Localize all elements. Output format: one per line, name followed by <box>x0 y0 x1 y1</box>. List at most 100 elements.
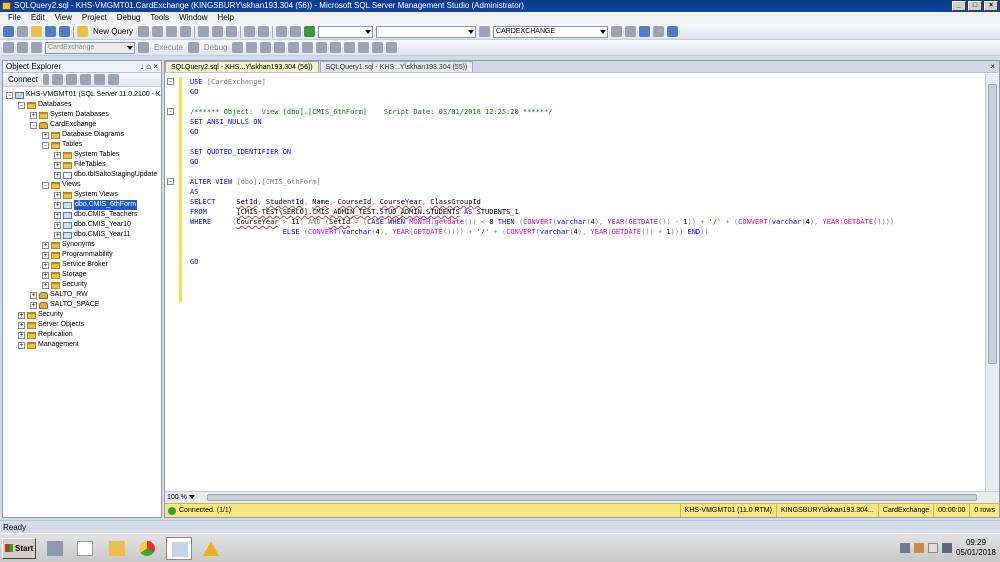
filter-icon[interactable] <box>79 74 91 85</box>
tree-node[interactable]: + FileTables <box>3 160 161 170</box>
tree-node[interactable]: + System Views <box>3 190 161 200</box>
connect-icon[interactable] <box>3 42 14 53</box>
save-icon[interactable] <box>45 26 56 37</box>
connect-button[interactable]: Connect <box>6 75 40 84</box>
disconnect-icon[interactable] <box>17 42 28 53</box>
expand-icon[interactable]: + <box>54 171 61 179</box>
summary-icon[interactable] <box>107 74 119 85</box>
analysis-query-icon[interactable] <box>152 26 164 37</box>
expand-icon[interactable]: + <box>30 301 37 309</box>
collapse-icon[interactable]: - <box>42 181 49 189</box>
panel-pin-close-buttons[interactable]: ↓ ⌂ × <box>140 61 158 73</box>
debug-icon[interactable] <box>187 42 199 53</box>
collapse-icon[interactable]: - <box>30 121 37 129</box>
tree-node[interactable]: + Programmability <box>3 250 161 260</box>
results-text-icon[interactable] <box>302 42 314 53</box>
close-button[interactable]: × <box>984 1 998 11</box>
results-grid-icon[interactable] <box>316 42 328 53</box>
tree-node[interactable]: + dbo.tblSaltoStagingUpdate <box>3 170 161 180</box>
expand-icon[interactable]: + <box>54 191 61 199</box>
decrease-indent-icon[interactable] <box>372 42 384 53</box>
execute-icon[interactable] <box>138 42 149 53</box>
cut-icon[interactable] <box>198 26 210 37</box>
expand-icon[interactable]: + <box>42 261 49 269</box>
expand-icon[interactable]: + <box>42 281 49 289</box>
change-connection-icon[interactable] <box>31 42 42 53</box>
xmla-query-icon[interactable] <box>180 26 192 37</box>
menu-tools[interactable]: Tools <box>145 12 174 24</box>
intellisense-icon[interactable] <box>288 42 300 53</box>
menu-project[interactable]: Project <box>77 12 112 24</box>
menu-edit[interactable]: Edit <box>26 12 50 24</box>
registered-servers-icon[interactable] <box>625 26 637 37</box>
refresh-icon[interactable] <box>93 74 105 85</box>
tree-node[interactable]: + dbo.CMIS_6thForm <box>3 200 161 210</box>
expand-icon[interactable]: + <box>54 161 61 169</box>
expand-icon[interactable]: + <box>54 231 61 239</box>
debug-button[interactable]: Debug <box>202 43 230 52</box>
new-project-icon[interactable] <box>3 26 14 37</box>
find-icon[interactable] <box>479 26 491 37</box>
database-combo[interactable]: CARDEXCHANGE <box>493 25 609 38</box>
minimize-button[interactable]: _ <box>952 1 966 11</box>
start-debug-icon[interactable] <box>304 26 316 37</box>
taskbar-documents[interactable] <box>72 537 98 560</box>
paste-icon[interactable] <box>226 26 238 37</box>
properties-icon[interactable] <box>653 26 665 37</box>
tree-node[interactable]: + Database Diagrams <box>3 130 161 140</box>
redo-icon[interactable] <box>258 26 270 37</box>
solution-platform-combo[interactable] <box>376 25 477 38</box>
expand-icon[interactable]: + <box>54 221 61 229</box>
tab-sqlquery2[interactable]: SQLQuery2.sql - KHS...Y\skhan193.304 (56… <box>165 61 319 72</box>
code-editor-area[interactable]: - - - USE [CardExchange] GO /****** Objec… <box>165 74 985 491</box>
zoom-dropdown[interactable]: 100 % <box>167 493 195 503</box>
expand-icon[interactable]: + <box>30 111 37 119</box>
expand-icon[interactable]: + <box>42 131 49 139</box>
save-all-icon[interactable] <box>59 26 70 37</box>
tree-node[interactable]: + dbo.CMIS_Year11 <box>3 230 161 240</box>
flag-icon[interactable] <box>927 543 938 553</box>
parse-icon[interactable] <box>246 42 258 53</box>
maximize-button[interactable]: □ <box>968 1 982 11</box>
collapse-comment-icon[interactable]: - <box>167 108 174 115</box>
expand-icon[interactable]: + <box>54 201 61 209</box>
tree-node[interactable]: + dbo.CMIS_Year10 <box>3 220 161 230</box>
tree-node[interactable]: + Management <box>3 340 161 350</box>
notification-icon[interactable] <box>913 543 924 553</box>
collapse-use-icon[interactable]: - <box>167 78 174 85</box>
expand-icon[interactable]: + <box>18 311 25 319</box>
tree-node[interactable]: - Views <box>3 180 161 190</box>
tree-node[interactable]: + System Tables <box>3 150 161 160</box>
tree-node[interactable]: + Server Objects <box>3 320 161 330</box>
add-item-icon[interactable] <box>17 26 28 37</box>
undo-icon[interactable] <box>244 26 256 37</box>
increase-indent-icon[interactable] <box>386 42 398 53</box>
expand-icon[interactable]: + <box>18 321 25 329</box>
clock[interactable]: 09:29 05/01/2018 <box>956 538 996 558</box>
tree-node[interactable]: - Databases <box>3 100 161 110</box>
expand-icon[interactable]: + <box>54 211 61 219</box>
start-button[interactable]: Start <box>2 538 36 559</box>
cancel-query-icon[interactable] <box>232 42 244 53</box>
toolbox-icon[interactable] <box>667 26 679 37</box>
db-engine-query-icon[interactable] <box>138 26 150 37</box>
expand-icon[interactable]: + <box>42 271 49 279</box>
connect-dropdown-icon[interactable] <box>42 74 49 85</box>
taskbar-chrome[interactable] <box>134 537 160 560</box>
tree-node[interactable]: + dbo.CMIS_Teachers <box>3 210 161 220</box>
tree-node[interactable]: + Replication <box>3 330 161 340</box>
tab-sqlquery1[interactable]: SQLQuery1.sql - KHS...Y\skhan193.304 (55… <box>319 61 474 72</box>
horizontal-scroll-thumb[interactable] <box>207 494 977 501</box>
taskbar-ssms[interactable] <box>166 537 192 560</box>
menu-window[interactable]: Window <box>174 12 212 24</box>
menu-help[interactable]: Help <box>213 12 239 24</box>
expand-icon[interactable]: + <box>18 341 25 349</box>
tree-node[interactable]: - KHS-VMGMT01 (SQL Server 11.0.2100 - KIN <box>3 90 161 100</box>
collapse-alter-icon[interactable]: - <box>167 178 174 185</box>
collapse-icon[interactable]: - <box>18 101 25 109</box>
expand-icon[interactable]: + <box>42 241 49 249</box>
vertical-scrollbar[interactable] <box>985 74 999 491</box>
vertical-scroll-thumb[interactable] <box>988 84 997 364</box>
disconnect-icon[interactable] <box>51 74 63 85</box>
navigate-forward-icon[interactable] <box>290 26 302 37</box>
